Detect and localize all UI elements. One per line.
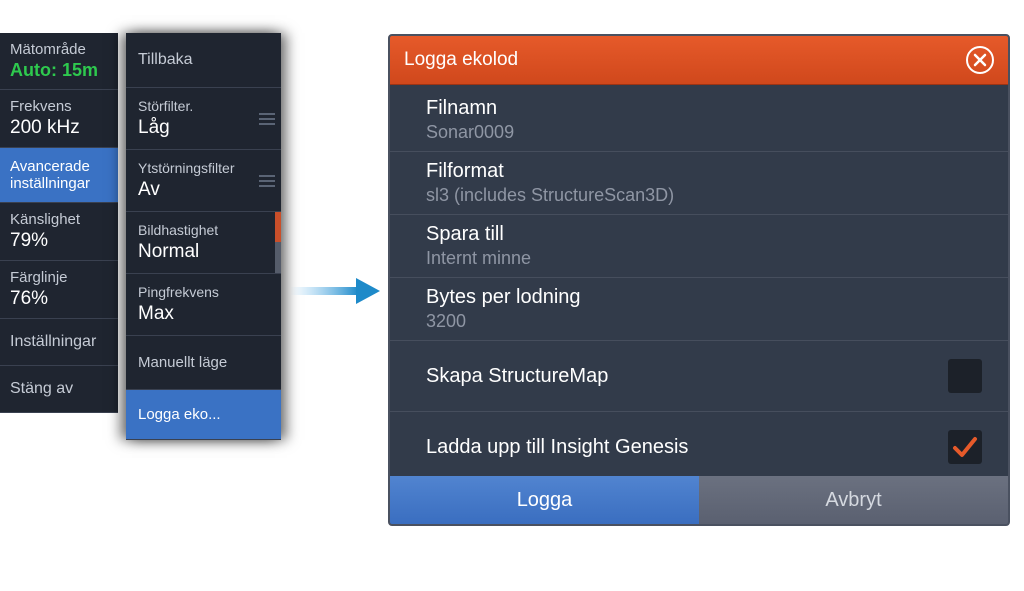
manual-label: Manuellt läge bbox=[138, 354, 227, 371]
ping-value: Max bbox=[138, 303, 269, 325]
menu-stop[interactable]: Stäng av bbox=[0, 366, 118, 413]
log-label: Logga eko... bbox=[138, 406, 221, 423]
row-filename[interactable]: Filnamn Sonar0009 bbox=[390, 89, 1008, 152]
log-sonar-dialog: Logga ekolod Filnamn Sonar0009 Filformat… bbox=[388, 34, 1010, 526]
format-label: Filformat bbox=[426, 160, 674, 183]
cancel-button[interactable]: Avbryt bbox=[699, 476, 1008, 524]
upload-checkbox[interactable] bbox=[948, 430, 982, 464]
row-structuremap[interactable]: Skapa StructureMap bbox=[390, 341, 1008, 412]
colorline-label: Färglinje bbox=[10, 269, 108, 286]
filename-label: Filnamn bbox=[426, 97, 514, 120]
ping-label: Pingfrekvens bbox=[138, 284, 269, 300]
range-value: Auto: 15m bbox=[10, 60, 108, 81]
noise-value: Låg bbox=[138, 117, 269, 139]
menu-settings[interactable]: Inställningar bbox=[0, 319, 118, 366]
submenu-scroll[interactable]: Bildhastighet Normal bbox=[126, 212, 281, 274]
hamburger-icon bbox=[259, 175, 275, 187]
row-upload[interactable]: Ladda upp till Insight Genesis bbox=[390, 412, 1008, 476]
menu-frequency[interactable]: Frekvens 200 kHz bbox=[0, 90, 118, 148]
colorline-value: 76% bbox=[10, 288, 108, 310]
submenu-surface[interactable]: Ytstörningsfilter Av bbox=[126, 150, 281, 212]
saveto-label: Spara till bbox=[426, 223, 531, 246]
dialog-body: Filnamn Sonar0009 Filformat sl3 (include… bbox=[390, 85, 1008, 476]
arrow-icon bbox=[290, 278, 380, 304]
structuremap-label: Skapa StructureMap bbox=[426, 365, 608, 388]
submenu-manual[interactable]: Manuellt läge bbox=[126, 336, 281, 390]
submenu-back[interactable]: Tillbaka bbox=[126, 33, 281, 88]
stop-label: Stäng av bbox=[10, 380, 73, 397]
frequency-value: 200 kHz bbox=[10, 117, 108, 139]
row-saveto[interactable]: Spara till Internt minne bbox=[390, 215, 1008, 278]
dialog-header: Logga ekolod bbox=[390, 36, 1008, 85]
check-icon bbox=[952, 436, 978, 458]
primary-menu: Mätområde Auto: 15m Frekvens 200 kHz Ava… bbox=[0, 33, 118, 413]
row-format[interactable]: Filformat sl3 (includes StructureScan3D) bbox=[390, 152, 1008, 215]
dialog-title: Logga ekolod bbox=[404, 49, 518, 71]
dialog-footer: Logga Avbryt bbox=[390, 476, 1008, 524]
advanced-label: Avancerade inställningar bbox=[10, 158, 90, 192]
close-icon bbox=[973, 53, 987, 67]
menu-advanced[interactable]: Avancerade inställningar bbox=[0, 148, 118, 203]
scroll-indicator-orange bbox=[275, 212, 281, 242]
noise-label: Störfilter. bbox=[138, 98, 269, 114]
row-bytes[interactable]: Bytes per lodning 3200 bbox=[390, 278, 1008, 341]
scroll-value: Normal bbox=[138, 241, 269, 263]
sensitivity-value: 79% bbox=[10, 230, 108, 252]
filename-value: Sonar0009 bbox=[426, 122, 514, 143]
submenu-ping[interactable]: Pingfrekvens Max bbox=[126, 274, 281, 336]
back-label: Tillbaka bbox=[138, 51, 193, 68]
surface-label: Ytstörningsfilter bbox=[138, 160, 269, 176]
menu-sensitivity[interactable]: Känslighet 79% bbox=[0, 203, 118, 261]
hamburger-icon bbox=[259, 113, 275, 125]
format-value: sl3 (includes StructureScan3D) bbox=[426, 185, 674, 206]
close-button[interactable] bbox=[966, 46, 994, 74]
scroll-indicator-gray bbox=[275, 242, 281, 273]
surface-value: Av bbox=[138, 179, 269, 201]
scroll-label: Bildhastighet bbox=[138, 222, 269, 238]
structuremap-checkbox[interactable] bbox=[948, 359, 982, 393]
frequency-label: Frekvens bbox=[10, 98, 108, 115]
submenu-noise[interactable]: Störfilter. Låg bbox=[126, 88, 281, 150]
menu-range[interactable]: Mätområde Auto: 15m bbox=[0, 33, 118, 90]
secondary-menu: Tillbaka Störfilter. Låg Ytstörningsfilt… bbox=[126, 33, 281, 440]
bytes-value: 3200 bbox=[426, 311, 581, 332]
submenu-log[interactable]: Logga eko... bbox=[126, 390, 281, 440]
bytes-label: Bytes per lodning bbox=[426, 286, 581, 309]
saveto-value: Internt minne bbox=[426, 248, 531, 269]
range-label: Mätområde bbox=[10, 41, 108, 58]
menu-colorline[interactable]: Färglinje 76% bbox=[0, 261, 118, 319]
upload-label: Ladda upp till Insight Genesis bbox=[426, 436, 688, 459]
settings-label: Inställningar bbox=[10, 333, 96, 350]
log-button[interactable]: Logga bbox=[390, 476, 699, 524]
sensitivity-label: Känslighet bbox=[10, 211, 108, 228]
